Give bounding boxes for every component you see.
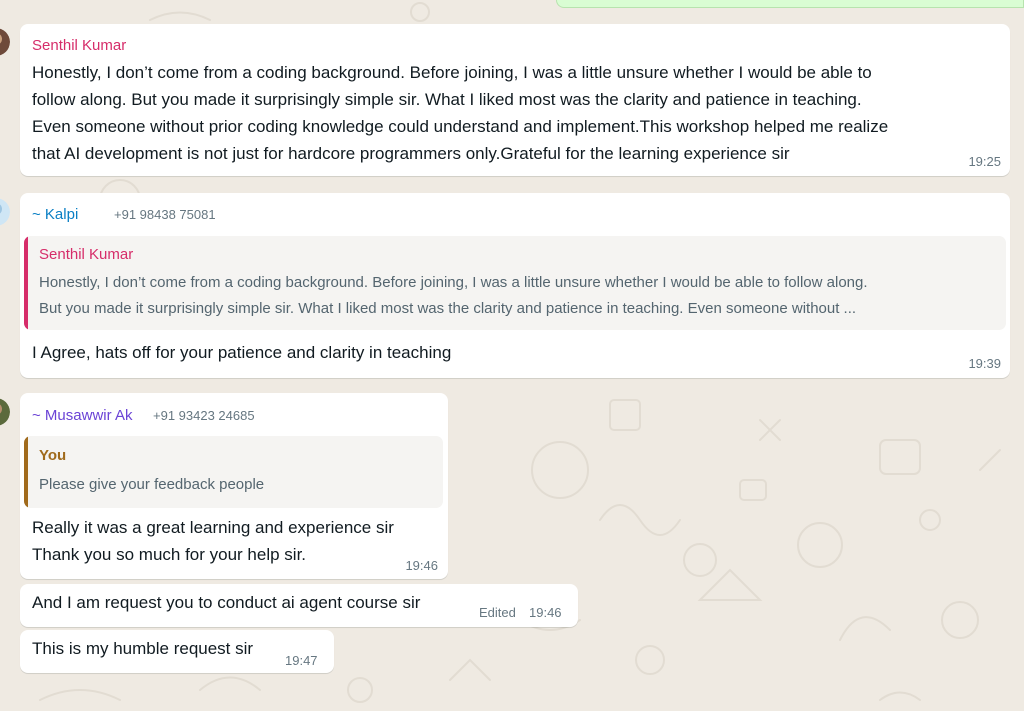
message-time: 19:25 xyxy=(968,154,1001,169)
quoted-sender-name: You xyxy=(39,447,67,464)
quoted-text: Please give your feedback people xyxy=(39,476,265,493)
sender-phone: +91 93423 24685 xyxy=(153,408,255,423)
edited-label: Edited xyxy=(479,605,516,620)
outgoing-bubble-edge xyxy=(556,0,1024,8)
message-bubble-senthil[interactable]: Senthil Kumar Honestly, I don’t come fro… xyxy=(20,24,1010,176)
sender-phone: +91 98438 75081 xyxy=(114,207,216,222)
message-text: Really it was a great learning and exper… xyxy=(32,518,394,564)
sender-name[interactable]: ~ Musawwir Ak xyxy=(32,407,132,424)
message-bubble-kalpi[interactable]: ~ Kalpi +91 98438 75081 Senthil Kumar Ho… xyxy=(20,193,1010,378)
quote-accent-bar xyxy=(24,236,28,330)
message-bubble-humble-request[interactable]: This is my humble request sir 19:47 xyxy=(20,630,334,673)
message-text: Honestly, I don’t come from a coding bac… xyxy=(32,63,889,163)
quote-accent-bar xyxy=(24,436,28,508)
message-text: This is my humble request sir xyxy=(32,639,254,658)
sender-name[interactable]: Senthil Kumar xyxy=(32,37,126,54)
message-time: 19:39 xyxy=(968,356,1001,371)
message-time: 19:46 xyxy=(529,605,562,620)
message-bubble-musawwir[interactable]: ~ Musawwir Ak +91 93423 24685 You Please… xyxy=(20,393,448,579)
quoted-message[interactable]: Senthil Kumar Honestly, I don’t come fro… xyxy=(24,236,1006,330)
message-text: And I am request you to conduct ai agent… xyxy=(32,593,421,612)
quoted-message[interactable]: You Please give your feedback people xyxy=(24,436,443,508)
quoted-sender-name: Senthil Kumar xyxy=(39,246,134,263)
sender-name[interactable]: ~ Kalpi xyxy=(32,206,78,223)
message-time: 19:46 xyxy=(405,558,438,573)
message-time: 19:47 xyxy=(285,653,318,668)
message-bubble-course-request[interactable]: And I am request you to conduct ai agent… xyxy=(20,584,578,627)
quoted-text: Honestly, I don’t come from a coding bac… xyxy=(39,274,868,317)
message-text: I Agree, hats off for your patience and … xyxy=(32,343,452,362)
